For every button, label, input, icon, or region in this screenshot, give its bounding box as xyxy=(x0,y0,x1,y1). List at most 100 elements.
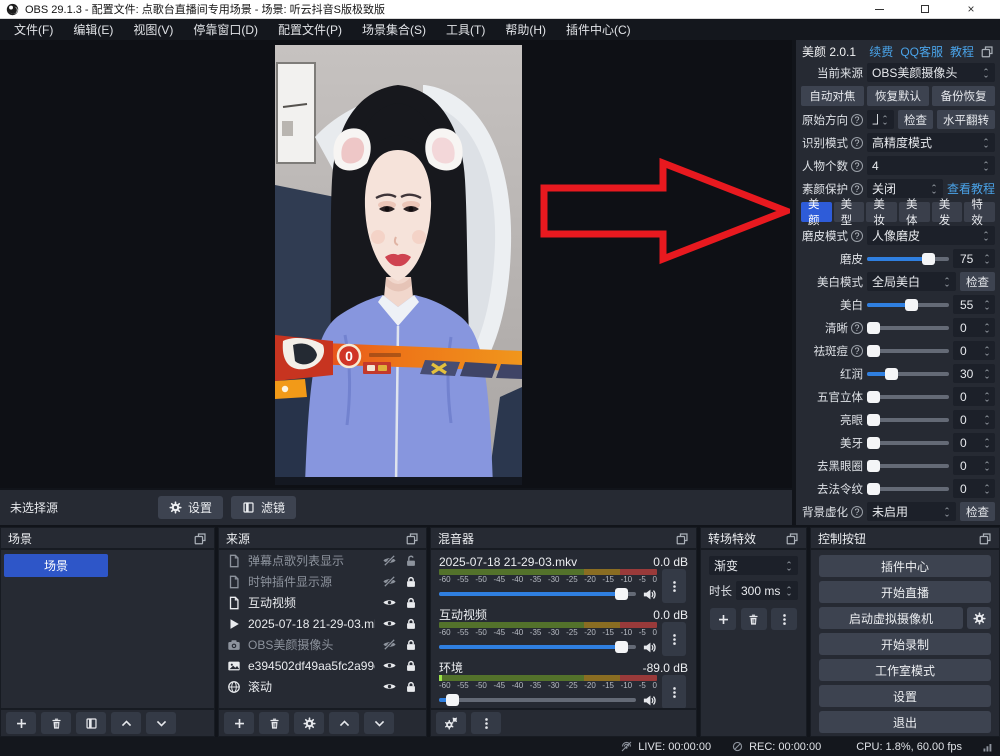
dark-circles-slider[interactable] xyxy=(867,456,949,475)
source-row[interactable]: OBS美颜摄像头 xyxy=(219,634,426,655)
menu-item[interactable]: 工具(T) xyxy=(436,21,495,38)
remove-scene-button[interactable] xyxy=(41,712,71,734)
select-spinner[interactable] xyxy=(930,183,938,195)
source-move-up-button[interactable] xyxy=(329,712,359,734)
start-recording-button[interactable]: 开始录制 xyxy=(819,633,991,655)
help-icon[interactable]: ? xyxy=(851,345,863,357)
lock-icon[interactable] xyxy=(404,680,418,694)
spinbox-arrows[interactable] xyxy=(785,585,793,597)
clarity-value-spinbox[interactable]: 0 xyxy=(953,318,995,337)
select-spinner[interactable] xyxy=(982,137,990,149)
teeth-value-spinbox[interactable]: 0 xyxy=(953,433,995,452)
whiten-mode-select[interactable]: 全局美白 xyxy=(867,272,956,291)
slider-handle[interactable] xyxy=(446,694,459,706)
help-icon[interactable]: ? xyxy=(851,160,863,172)
popout-dock-icon[interactable] xyxy=(194,532,207,545)
eye-icon[interactable] xyxy=(382,595,397,610)
spinbox-arrows[interactable] xyxy=(983,322,991,334)
clarity-slider[interactable] xyxy=(867,318,949,337)
recognition-select[interactable]: 高精度模式 xyxy=(867,133,995,152)
source-row[interactable]: 弹幕点歌列表显示 xyxy=(219,550,426,571)
studio-mode-button[interactable]: 工作室模式 xyxy=(819,659,991,681)
select-spinner[interactable] xyxy=(943,506,951,518)
bright-eyes-slider[interactable] xyxy=(867,410,949,429)
eye-icon[interactable] xyxy=(382,616,397,631)
preview-video[interactable]: 0 xyxy=(275,45,522,485)
source-row[interactable]: 互动视频 xyxy=(219,592,426,613)
features-slider[interactable] xyxy=(867,387,949,406)
smile-lines-value-spinbox[interactable]: 0 xyxy=(953,479,995,498)
help-icon[interactable]: ? xyxy=(851,137,863,149)
source-row[interactable]: 时钟插件显示源 xyxy=(219,571,426,592)
lock-icon[interactable] xyxy=(404,659,418,673)
reset-defaults-button[interactable]: 恢复默认 xyxy=(867,86,930,106)
lock-open-icon[interactable] xyxy=(404,554,418,568)
teeth-slider[interactable] xyxy=(867,433,949,452)
spinbox-arrows[interactable] xyxy=(982,160,990,172)
smooth-mode-select[interactable]: 人像磨皮 xyxy=(867,226,995,245)
slider-handle[interactable] xyxy=(885,368,898,380)
channel-menu-button[interactable] xyxy=(662,569,686,603)
help-icon[interactable]: ? xyxy=(851,114,863,126)
blemish-value-spinbox[interactable]: 0 xyxy=(953,341,995,360)
select-spinner[interactable] xyxy=(943,276,951,288)
backup-restore-button[interactable]: 备份恢复 xyxy=(932,86,995,106)
slider-handle[interactable] xyxy=(905,299,918,311)
spinbox-arrows[interactable] xyxy=(983,414,991,426)
volume-slider[interactable] xyxy=(439,586,636,603)
preview-canvas[interactable]: 0 xyxy=(0,40,792,488)
menu-item[interactable]: 编辑(E) xyxy=(63,21,123,38)
select-spinner[interactable] xyxy=(785,560,793,572)
lock-icon[interactable] xyxy=(404,575,418,589)
slider-handle[interactable] xyxy=(867,483,880,495)
source-properties-button[interactable]: 设置 xyxy=(158,496,223,519)
exit-button[interactable]: 退出 xyxy=(819,711,991,733)
menu-item[interactable]: 插件中心(C) xyxy=(556,21,641,38)
help-icon[interactable]: ? xyxy=(851,230,863,242)
tab-makeup[interactable]: 美妆 xyxy=(866,202,897,222)
renew-link[interactable]: 续费 xyxy=(869,43,893,60)
horizontal-flip-button[interactable]: 水平翻转 xyxy=(937,110,995,129)
spinbox-arrows[interactable] xyxy=(983,437,991,449)
add-source-button[interactable] xyxy=(224,712,254,734)
slider-handle[interactable] xyxy=(922,253,935,265)
tutorial-link[interactable]: 教程 xyxy=(950,43,974,60)
scene-move-up-button[interactable] xyxy=(111,712,141,734)
channel-menu-button[interactable] xyxy=(662,675,686,709)
help-icon[interactable]: ? xyxy=(851,322,863,334)
add-scene-button[interactable] xyxy=(6,712,36,734)
dark-circles-value-spinbox[interactable]: 0 xyxy=(953,456,995,475)
tab-hair[interactable]: 美发 xyxy=(932,202,963,222)
spinbox-arrows[interactable] xyxy=(983,253,991,265)
whiten-check-button[interactable]: 检查 xyxy=(960,272,995,291)
start-streaming-button[interactable]: 开始直播 xyxy=(819,581,991,603)
lock-icon[interactable] xyxy=(404,617,418,631)
remove-source-button[interactable] xyxy=(259,712,289,734)
rosy-slider[interactable] xyxy=(867,364,949,383)
autofocus-button[interactable]: 自动对焦 xyxy=(801,86,864,106)
menu-item[interactable]: 文件(F) xyxy=(4,21,63,38)
help-icon[interactable]: ? xyxy=(851,183,863,195)
popout-dock-icon[interactable] xyxy=(981,45,994,58)
slider-handle[interactable] xyxy=(615,641,628,653)
transition-select[interactable]: 渐变 xyxy=(709,556,798,575)
mixer-menu-button[interactable] xyxy=(471,712,501,734)
eye-off-icon[interactable] xyxy=(382,553,397,568)
whiten-value-spinbox[interactable]: 55 xyxy=(953,295,995,314)
tab-beauty[interactable]: 美颜 xyxy=(801,202,832,222)
source-filters-button[interactable]: 滤镜 xyxy=(231,496,296,519)
eye-off-icon[interactable] xyxy=(382,637,397,652)
bg-blur-check-button[interactable]: 检查 xyxy=(960,502,995,521)
channel-menu-button[interactable] xyxy=(662,622,686,656)
add-transition-button[interactable] xyxy=(710,608,736,630)
popout-dock-icon[interactable] xyxy=(979,532,992,545)
spinbox-arrows[interactable] xyxy=(983,391,991,403)
tab-reshape[interactable]: 美型 xyxy=(834,202,865,222)
popout-dock-icon[interactable] xyxy=(406,532,419,545)
lock-icon[interactable] xyxy=(404,596,418,610)
popout-dock-icon[interactable] xyxy=(676,532,689,545)
source-row[interactable]: e394502df49aa5fc2a99cd2e7c xyxy=(219,655,426,676)
select-spinner[interactable] xyxy=(982,230,990,242)
qq-support-link[interactable]: QQ客服 xyxy=(900,43,943,60)
select-spinner[interactable] xyxy=(982,67,990,79)
